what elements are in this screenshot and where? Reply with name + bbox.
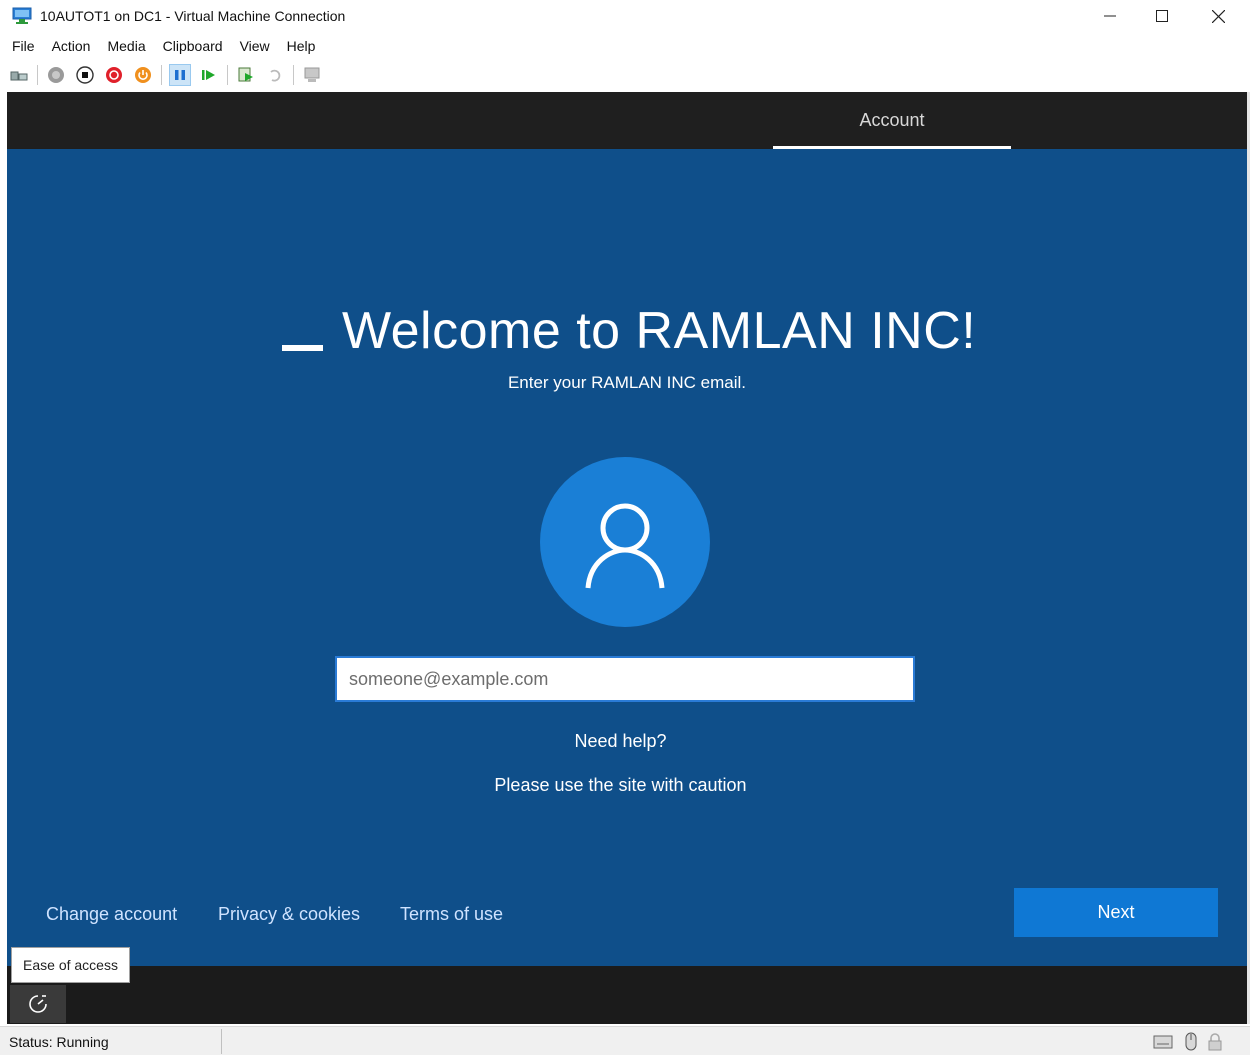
email-input[interactable] [335,656,915,702]
pause-button[interactable] [169,64,191,86]
ctrl-alt-del-icon [10,71,28,81]
window-title: 10AUTOT1 on DC1 - Virtual Machine Connec… [40,8,346,24]
menu-bar: File Action Media Clipboard View Help [0,34,332,58]
checkpoint-button[interactable] [235,64,257,86]
minimize-icon [1104,15,1116,17]
shut-down-button[interactable] [103,64,125,86]
keyboard-icon [1152,1032,1174,1052]
toolbar [8,62,330,88]
avatar [540,457,710,627]
status-separator [221,1029,222,1054]
resume-icon [202,70,215,80]
email-instruction: Enter your RAMLAN INC email. [507,373,747,392]
turn-off-icon [76,66,94,84]
status-text: Status: Running [9,1034,109,1050]
enhanced-session-icon [304,67,320,82]
power-icon [135,67,151,83]
ease-of-access-tooltip: Ease of access [11,947,130,983]
oobe-bottom-bar [7,966,1247,1024]
vm-connection-icon [12,7,32,24]
menu-file[interactable]: File [12,38,35,54]
menu-clipboard[interactable]: Clipboard [163,38,223,54]
change-account-link[interactable]: Change account [46,904,177,925]
enhanced-session-button[interactable] [301,64,323,86]
pause-icon [175,70,185,80]
privacy-cookies-link[interactable]: Privacy & cookies [218,904,360,925]
power-button[interactable] [132,64,154,86]
start-button[interactable] [45,64,67,86]
toolbar-separator [227,65,228,85]
toolbar-separator [293,65,294,85]
next-button[interactable]: Next [1014,888,1218,937]
user-icon [585,503,665,589]
oobe-top-bar [7,92,1247,148]
menu-media[interactable]: Media [107,38,145,54]
toolbar-separator [37,65,38,85]
minimize-button[interactable] [1082,0,1138,32]
tab-account: Account [859,109,925,130]
need-help-link[interactable]: Need help? [7,731,1234,752]
org-logo [282,345,323,351]
vm-connection-window: 10AUTOT1 on DC1 - Virtual Machine Connec… [0,0,1250,1055]
ctrl-alt-del-button[interactable] [8,64,30,86]
status-bar: Status: Running [0,1026,1250,1055]
revert-icon [270,69,281,82]
resume-button[interactable] [198,64,220,86]
welcome-heading: Welcome to RAMLAN INC! [342,302,977,360]
title-bar: 10AUTOT1 on DC1 - Virtual Machine Connec… [0,0,1250,32]
ease-of-access-button[interactable] [10,985,66,1023]
start-icon [48,67,64,83]
ease-of-access-icon [29,995,47,1013]
caution-text: Please use the site with caution [494,775,747,795]
mouse-icon [1180,1032,1202,1052]
shut-down-icon [106,67,122,83]
close-icon [1211,9,1225,23]
revert-button[interactable] [264,64,286,86]
vm-screen[interactable]: Account Welcome to RAMLAN INC! Enter you… [7,92,1247,1024]
menu-help[interactable]: Help [287,38,316,54]
checkpoint-icon [238,67,253,82]
toolbar-separator [161,65,162,85]
menu-action[interactable]: Action [52,38,91,54]
oobe-panel: Welcome to RAMLAN INC! Enter your RAMLAN… [7,149,1247,966]
turn-off-button[interactable] [74,64,96,86]
maximize-button[interactable] [1134,0,1190,32]
lock-icon [1204,1032,1226,1052]
maximize-icon [1156,10,1168,22]
terms-of-use-link[interactable]: Terms of use [400,904,503,925]
close-button[interactable] [1190,0,1246,32]
menu-view[interactable]: View [240,38,270,54]
